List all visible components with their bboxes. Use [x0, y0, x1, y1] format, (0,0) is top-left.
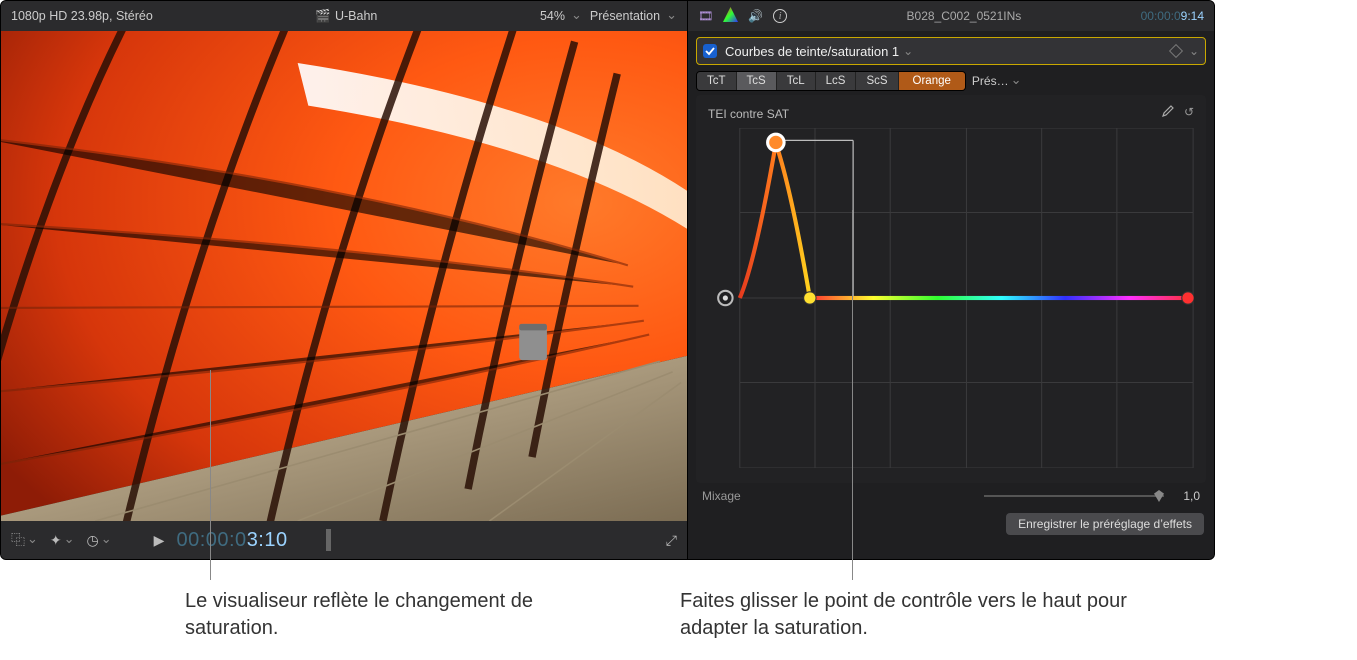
- leader-left: [210, 370, 211, 580]
- format-info: 1080p HD 23.98p, Stéréo: [11, 9, 153, 23]
- film-icon[interactable]: 🎞: [698, 9, 713, 23]
- insp-tc-bright: 9:14: [1181, 9, 1204, 23]
- mix-label: Mixage: [702, 489, 741, 503]
- effect-menu-chevron[interactable]: ⌄: [1189, 44, 1199, 58]
- curve-tab-scs[interactable]: ScS: [856, 72, 898, 90]
- curve-tab-tcl[interactable]: TcL: [777, 72, 816, 90]
- timecode-dim: 00:00:0: [176, 529, 246, 551]
- fullscreen-icon[interactable]: ⤢: [666, 532, 677, 549]
- caption-left: Le visualiseur reflète le changement de …: [185, 588, 605, 642]
- reset-icon[interactable]: ↺: [1184, 105, 1194, 122]
- eyedropper-icon[interactable]: [1160, 105, 1174, 122]
- insp-tc-dim: 00:00:0: [1141, 9, 1181, 23]
- timecode-display[interactable]: 00:00:03:10: [176, 529, 287, 552]
- inspector-topbar: 🎞 🔊 i B028_C002_0521INs 00:00:09:14: [688, 1, 1214, 31]
- viewer-bottom-toolbar: ⿻ ✦ ◷ ▶ 00:00:03:10 ⤢: [1, 521, 687, 559]
- curve-tab-orange[interactable]: Orange: [899, 72, 965, 90]
- curve-tabs-row: TcTTcSTcLLcSScSOrange Prés…: [688, 65, 1214, 91]
- hue-sat-curve[interactable]: [708, 128, 1194, 468]
- speed-icon[interactable]: ◷: [87, 532, 112, 549]
- zoom-menu[interactable]: 54%: [540, 8, 582, 24]
- curve-panel: TEI contre SAT ↺: [696, 95, 1206, 483]
- curve-tab-tct[interactable]: TcT: [697, 72, 737, 90]
- inspector-pane: 🎞 🔊 i B028_C002_0521INs 00:00:09:14: [688, 1, 1214, 559]
- curve-tab-lcs[interactable]: LcS: [816, 72, 857, 90]
- keyframe-icon[interactable]: [1169, 44, 1183, 58]
- preset-menu[interactable]: Prés…: [972, 73, 1022, 89]
- color-icon[interactable]: [723, 7, 738, 25]
- audio-icon[interactable]: 🔊: [748, 9, 763, 23]
- control-point-right: [1182, 292, 1194, 304]
- crop-icon[interactable]: ⿻: [11, 530, 38, 550]
- viewer-topbar: 1080p HD 23.98p, Stéréo 🎬 U-Bahn 54% Pré…: [1, 1, 687, 31]
- view-menu[interactable]: Présentation: [590, 8, 677, 24]
- leader-right: [852, 210, 853, 580]
- control-point-orange-peak: [768, 134, 784, 150]
- mix-slider[interactable]: [984, 490, 1164, 502]
- effect-header[interactable]: Courbes de teinte/saturation 1 ⌄ ⌄: [696, 37, 1206, 65]
- app-frame: 1080p HD 23.98p, Stéréo 🎬 U-Bahn 54% Pré…: [0, 0, 1215, 560]
- curve-title: TEI contre SAT: [708, 107, 789, 121]
- effect-checkbox[interactable]: [703, 44, 717, 58]
- inspector-clip-name: B028_C002_0521INs: [907, 9, 1022, 23]
- control-point-yellow: [804, 292, 816, 304]
- clapper-icon: 🎬: [315, 9, 331, 24]
- mix-value[interactable]: 1,0: [1164, 489, 1200, 503]
- timecode-bright: 3:10: [247, 529, 288, 551]
- video-viewer[interactable]: [1, 31, 687, 521]
- inspector-timecode: 00:00:09:14: [1141, 9, 1204, 23]
- clip-menu[interactable]: 🎬 U-Bahn: [315, 9, 377, 24]
- retime-icon[interactable]: ✦: [50, 532, 75, 549]
- effect-name-label: Courbes de teinte/saturation 1: [725, 44, 899, 59]
- play-icon[interactable]: ▶: [154, 532, 165, 549]
- viewer-image: [1, 31, 687, 521]
- curve-tab-tcs[interactable]: TcS: [737, 72, 777, 90]
- chevron-down-icon[interactable]: ⌄: [903, 44, 913, 58]
- viewer-pane: 1080p HD 23.98p, Stéréo 🎬 U-Bahn 54% Pré…: [1, 1, 688, 559]
- info-icon[interactable]: i: [773, 9, 787, 23]
- save-preset-button[interactable]: Enregistrer le préréglage d’effets: [1006, 513, 1204, 535]
- caption-right: Faites glisser le point de contrôle vers…: [680, 588, 1200, 642]
- mix-row: Mixage 1,0: [688, 483, 1214, 509]
- clip-name-label: U-Bahn: [335, 9, 377, 23]
- curve-tabs: TcTTcSTcLLcSScSOrange: [696, 71, 966, 91]
- skimmer-marker: [326, 529, 331, 551]
- curve-header: TEI contre SAT ↺: [708, 105, 1194, 122]
